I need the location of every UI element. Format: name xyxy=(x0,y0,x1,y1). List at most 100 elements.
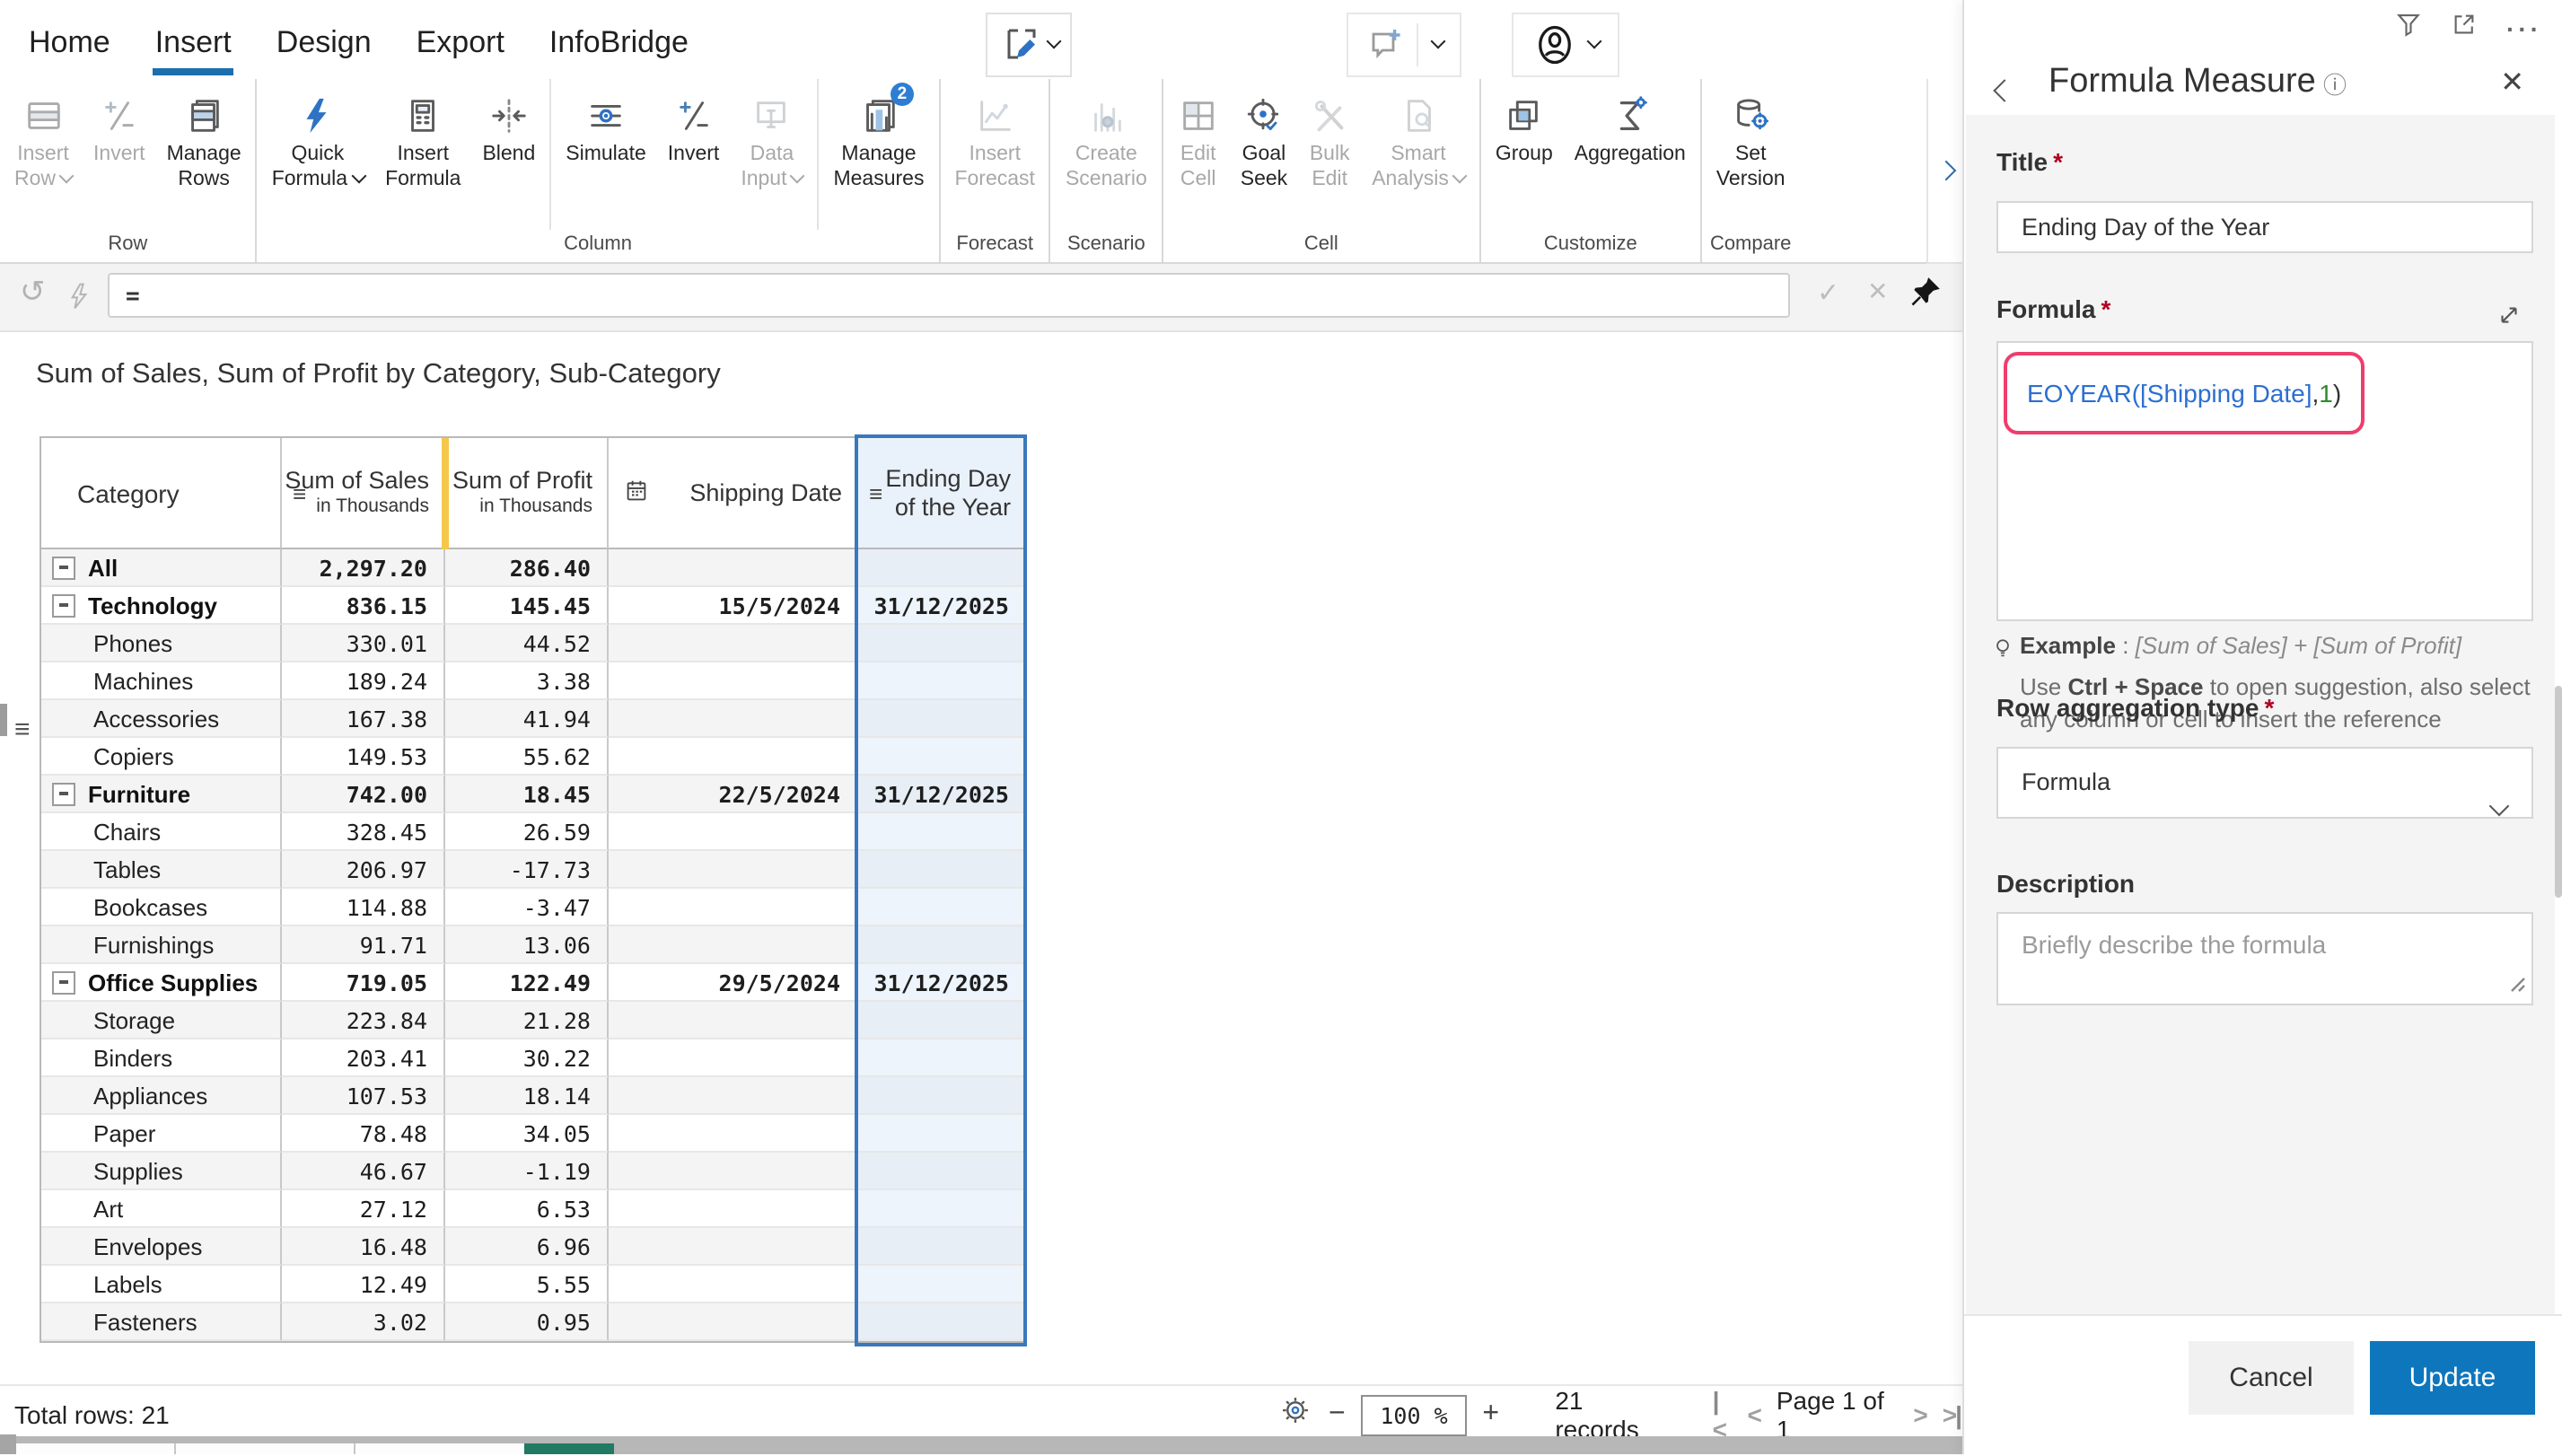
cell-sales[interactable]: 203.41 xyxy=(282,1039,445,1077)
table-row-category[interactable]: Supplies xyxy=(41,1153,282,1190)
title-field-input[interactable]: Ending Day of the Year xyxy=(1996,201,2533,253)
back-chevron-icon[interactable] xyxy=(1996,75,2013,108)
ribbon-button-quick-formula[interactable]: QuickFormula xyxy=(261,79,374,192)
tab-insert[interactable]: Insert xyxy=(154,8,233,71)
cell-ending-day[interactable] xyxy=(858,1002,1025,1039)
collapse-toggle[interactable] xyxy=(52,970,75,994)
table-row-category[interactable]: Tables xyxy=(41,851,282,889)
cell-sales[interactable]: 328.45 xyxy=(282,813,445,851)
cell-sales[interactable]: 330.01 xyxy=(282,625,445,662)
cell-profit[interactable]: 18.14 xyxy=(445,1077,609,1115)
cell-ending-day[interactable] xyxy=(858,738,1025,776)
ribbon-button-aggregation[interactable]: Aggregation xyxy=(1564,79,1697,168)
cell-ending-day[interactable] xyxy=(858,926,1025,964)
cell-profit[interactable]: -1.19 xyxy=(445,1153,609,1190)
tab-home[interactable]: Home xyxy=(27,8,112,71)
cell-shipping-date[interactable]: 29/5/2024 xyxy=(609,964,858,1002)
table-row-category[interactable]: Machines xyxy=(41,662,282,700)
cell-sales[interactable]: 149.53 xyxy=(282,738,445,776)
cell-sales[interactable]: 167.38 xyxy=(282,700,445,738)
cell-shipping-date[interactable] xyxy=(609,813,858,851)
scrollbar-thumb-green[interactable] xyxy=(524,1443,614,1454)
cell-ending-day[interactable] xyxy=(858,549,1025,587)
zoom-in-button[interactable]: + xyxy=(1482,1399,1499,1431)
add-comment-button[interactable] xyxy=(1347,13,1461,77)
tab-export[interactable]: Export xyxy=(415,8,506,71)
cell-sales[interactable]: 16.48 xyxy=(282,1228,445,1266)
first-page-button[interactable]: |< xyxy=(1713,1386,1732,1443)
formula-editor[interactable]: EOYEAR([Shipping Date],1) xyxy=(1996,341,2533,621)
cell-ending-day[interactable] xyxy=(858,700,1025,738)
presence-user-button[interactable] xyxy=(1512,13,1619,77)
cell-ending-day[interactable] xyxy=(858,1266,1025,1303)
column-header-ending-day[interactable]: ≡ Ending Day of the Year xyxy=(858,438,1025,549)
cell-ending-day[interactable]: 31/12/2025 xyxy=(858,964,1025,1002)
tab-design[interactable]: Design xyxy=(275,8,373,71)
table-row-category[interactable]: Fasteners xyxy=(41,1303,282,1341)
cell-shipping-date[interactable] xyxy=(609,738,858,776)
cell-shipping-date[interactable] xyxy=(609,1190,858,1228)
cell-profit[interactable]: -3.47 xyxy=(445,889,609,926)
ribbon-expand-button[interactable] xyxy=(1926,79,1964,264)
cell-shipping-date[interactable] xyxy=(609,1228,858,1266)
cell-profit[interactable]: 34.05 xyxy=(445,1115,609,1153)
filter-funnel-icon[interactable] xyxy=(2395,11,2422,47)
column-header-sum-of-profit[interactable]: Sum of Profit in Thousands xyxy=(445,438,609,549)
cell-shipping-date[interactable] xyxy=(609,549,858,587)
cell-sales[interactable]: 223.84 xyxy=(282,1002,445,1039)
ribbon-button-set-version[interactable]: SetVersion xyxy=(1706,79,1796,192)
open-in-new-icon[interactable] xyxy=(2451,11,2478,47)
ribbon-button-goal-seek[interactable]: GoalSeek xyxy=(1230,79,1298,192)
cell-ending-day[interactable] xyxy=(858,1039,1025,1077)
table-row-category[interactable]: Appliances xyxy=(41,1077,282,1115)
cell-sales[interactable]: 107.53 xyxy=(282,1077,445,1115)
cancel-button[interactable]: Cancel xyxy=(2189,1341,2354,1415)
cell-shipping-date[interactable] xyxy=(609,1115,858,1153)
undo-icon[interactable]: ↺ xyxy=(20,275,46,311)
cell-ending-day[interactable] xyxy=(858,1190,1025,1228)
column-header-shipping-date[interactable]: Shipping Date xyxy=(609,438,858,549)
cell-shipping-date[interactable] xyxy=(609,851,858,889)
ribbon-button-manage-rows[interactable]: ManageRows xyxy=(156,79,252,192)
cell-profit[interactable]: 145.45 xyxy=(445,587,609,625)
cell-ending-day[interactable] xyxy=(858,813,1025,851)
cell-ending-day[interactable] xyxy=(858,1077,1025,1115)
cell-profit[interactable]: 286.40 xyxy=(445,549,609,587)
ribbon-button-manage-measures[interactable]: 2ManageMeasures xyxy=(822,79,934,192)
table-row-category[interactable]: Storage xyxy=(41,1002,282,1039)
table-row-category[interactable]: All xyxy=(41,549,282,587)
cell-sales[interactable]: 189.24 xyxy=(282,662,445,700)
cell-sales[interactable]: 836.15 xyxy=(282,587,445,625)
cell-shipping-date[interactable] xyxy=(609,1002,858,1039)
formula-input[interactable]: = xyxy=(108,273,1790,318)
cell-ending-day[interactable] xyxy=(858,1303,1025,1341)
cell-sales[interactable]: 206.97 xyxy=(282,851,445,889)
cell-shipping-date[interactable] xyxy=(609,1153,858,1190)
description-textarea[interactable]: Briefly describe the formula xyxy=(1996,912,2533,1005)
cell-profit[interactable]: 122.49 xyxy=(445,964,609,1002)
table-row-category[interactable]: Office Supplies xyxy=(41,964,282,1002)
table-row-category[interactable]: Art xyxy=(41,1190,282,1228)
table-row-category[interactable]: Paper xyxy=(41,1115,282,1153)
horizontal-scrollbar[interactable] xyxy=(0,1443,1962,1454)
zoom-out-button[interactable]: − xyxy=(1329,1399,1346,1431)
quick-formula-flash-icon[interactable] xyxy=(65,280,93,321)
cell-sales[interactable]: 46.67 xyxy=(282,1153,445,1190)
close-icon[interactable]: ✕ xyxy=(2500,65,2524,101)
table-row-category[interactable]: Chairs xyxy=(41,813,282,851)
expand-editor-icon[interactable] xyxy=(2496,302,2523,338)
cell-ending-day[interactable] xyxy=(858,1153,1025,1190)
collapse-toggle[interactable] xyxy=(52,782,75,805)
table-row-category[interactable]: Furniture xyxy=(41,776,282,813)
cell-ending-day[interactable] xyxy=(858,851,1025,889)
table-row-category[interactable]: Binders xyxy=(41,1039,282,1077)
cell-ending-day[interactable] xyxy=(858,1115,1025,1153)
cell-sales[interactable]: 742.00 xyxy=(282,776,445,813)
cell-sales[interactable]: 27.12 xyxy=(282,1190,445,1228)
ribbon-button-insert-formula[interactable]: InsertFormula xyxy=(374,79,471,192)
cell-profit[interactable]: 44.52 xyxy=(445,625,609,662)
cell-ending-day[interactable]: 31/12/2025 xyxy=(858,587,1025,625)
table-row-category[interactable]: Phones xyxy=(41,625,282,662)
cell-profit[interactable]: 5.55 xyxy=(445,1266,609,1303)
cell-ending-day[interactable] xyxy=(858,1228,1025,1266)
